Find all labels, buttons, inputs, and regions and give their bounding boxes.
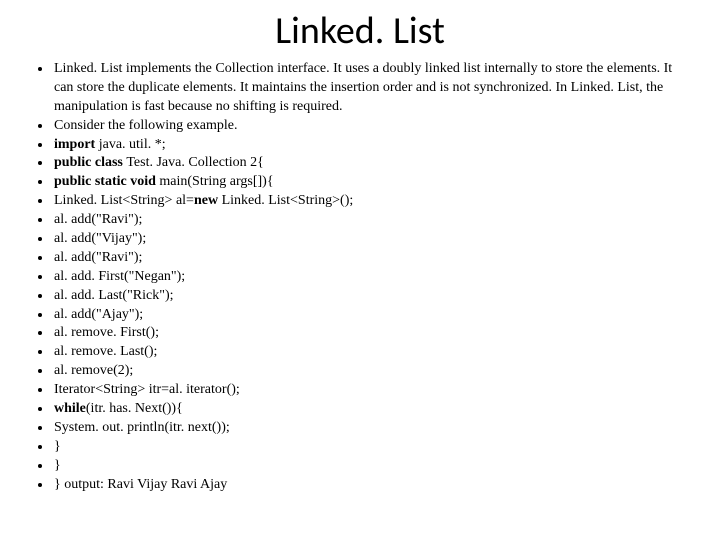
list-item: public static void main(String args[]){ xyxy=(52,173,690,192)
text-segment: System. out. println(itr. next()); xyxy=(54,420,230,435)
list-item: al. add("Ajay"); xyxy=(52,306,690,325)
list-item: al. remove. Last(); xyxy=(52,343,690,362)
slide-title: Linked. List xyxy=(30,8,690,54)
text-segment: Iterator<String> itr=al. iterator(); xyxy=(54,382,240,397)
list-item: Linked. List implements the Collection i… xyxy=(52,60,690,117)
list-item: al. add. Last("Rick"); xyxy=(52,287,690,306)
list-item: al. add("Ravi"); xyxy=(52,211,690,230)
text-segment: al. remove. First(); xyxy=(54,325,159,340)
slide: Linked. List Linked. List implements the… xyxy=(0,0,720,540)
text-segment: Linked. List<String>(); xyxy=(222,193,354,208)
list-item: Linked. List<String> al=new Linked. List… xyxy=(52,192,690,211)
text-segment: Test. Java. Collection 2{ xyxy=(126,155,264,170)
list-item: Iterator<String> itr=al. iterator(); xyxy=(52,381,690,400)
list-item: al. add("Ravi"); xyxy=(52,249,690,268)
text-segment: al. add("Vijay"); xyxy=(54,231,146,246)
list-item: while(itr. has. Next()){ xyxy=(52,400,690,419)
list-item: al. add. First("Negan"); xyxy=(52,268,690,287)
text-segment: java. util. *; xyxy=(99,137,166,152)
text-segment: } xyxy=(54,458,61,473)
list-item: al. add("Vijay"); xyxy=(52,230,690,249)
text-segment: al. add("Ravi"); xyxy=(54,212,142,227)
list-item: } output: Ravi Vijay Ravi Ajay xyxy=(52,476,690,495)
list-item: public class Test. Java. Collection 2{ xyxy=(52,154,690,173)
text-segment: al. remove. Last(); xyxy=(54,344,157,359)
text-segment: main(String args[]){ xyxy=(159,174,273,189)
text-segment: al. add("Ravi"); xyxy=(54,250,142,265)
list-item: import java. util. *; xyxy=(52,136,690,155)
text-segment: } xyxy=(54,439,61,454)
list-item: } xyxy=(52,457,690,476)
text-segment: } output: Ravi Vijay Ravi Ajay xyxy=(54,477,227,492)
list-item: al. remove(2); xyxy=(52,362,690,381)
text-segment: import xyxy=(54,137,99,152)
list-item: al. remove. First(); xyxy=(52,324,690,343)
list-item: } xyxy=(52,438,690,457)
text-segment: al. remove(2); xyxy=(54,363,133,378)
text-segment: al. add. First("Negan"); xyxy=(54,269,185,284)
text-segment: Linked. List implements the Collection i… xyxy=(54,61,672,114)
text-segment: Consider the following example. xyxy=(54,118,238,133)
text-segment: while xyxy=(54,401,86,416)
text-segment: new xyxy=(194,193,222,208)
text-segment: al. add. Last("Rick"); xyxy=(54,288,174,303)
text-segment: al. add("Ajay"); xyxy=(54,307,143,322)
text-segment: public static void xyxy=(54,174,159,189)
text-segment: (itr. has. Next()){ xyxy=(86,401,183,416)
list-item: Consider the following example. xyxy=(52,117,690,136)
bullet-list: Linked. List implements the Collection i… xyxy=(30,60,690,494)
text-segment: Linked. List<String> al= xyxy=(54,193,194,208)
text-segment: public class xyxy=(54,155,126,170)
list-item: System. out. println(itr. next()); xyxy=(52,419,690,438)
